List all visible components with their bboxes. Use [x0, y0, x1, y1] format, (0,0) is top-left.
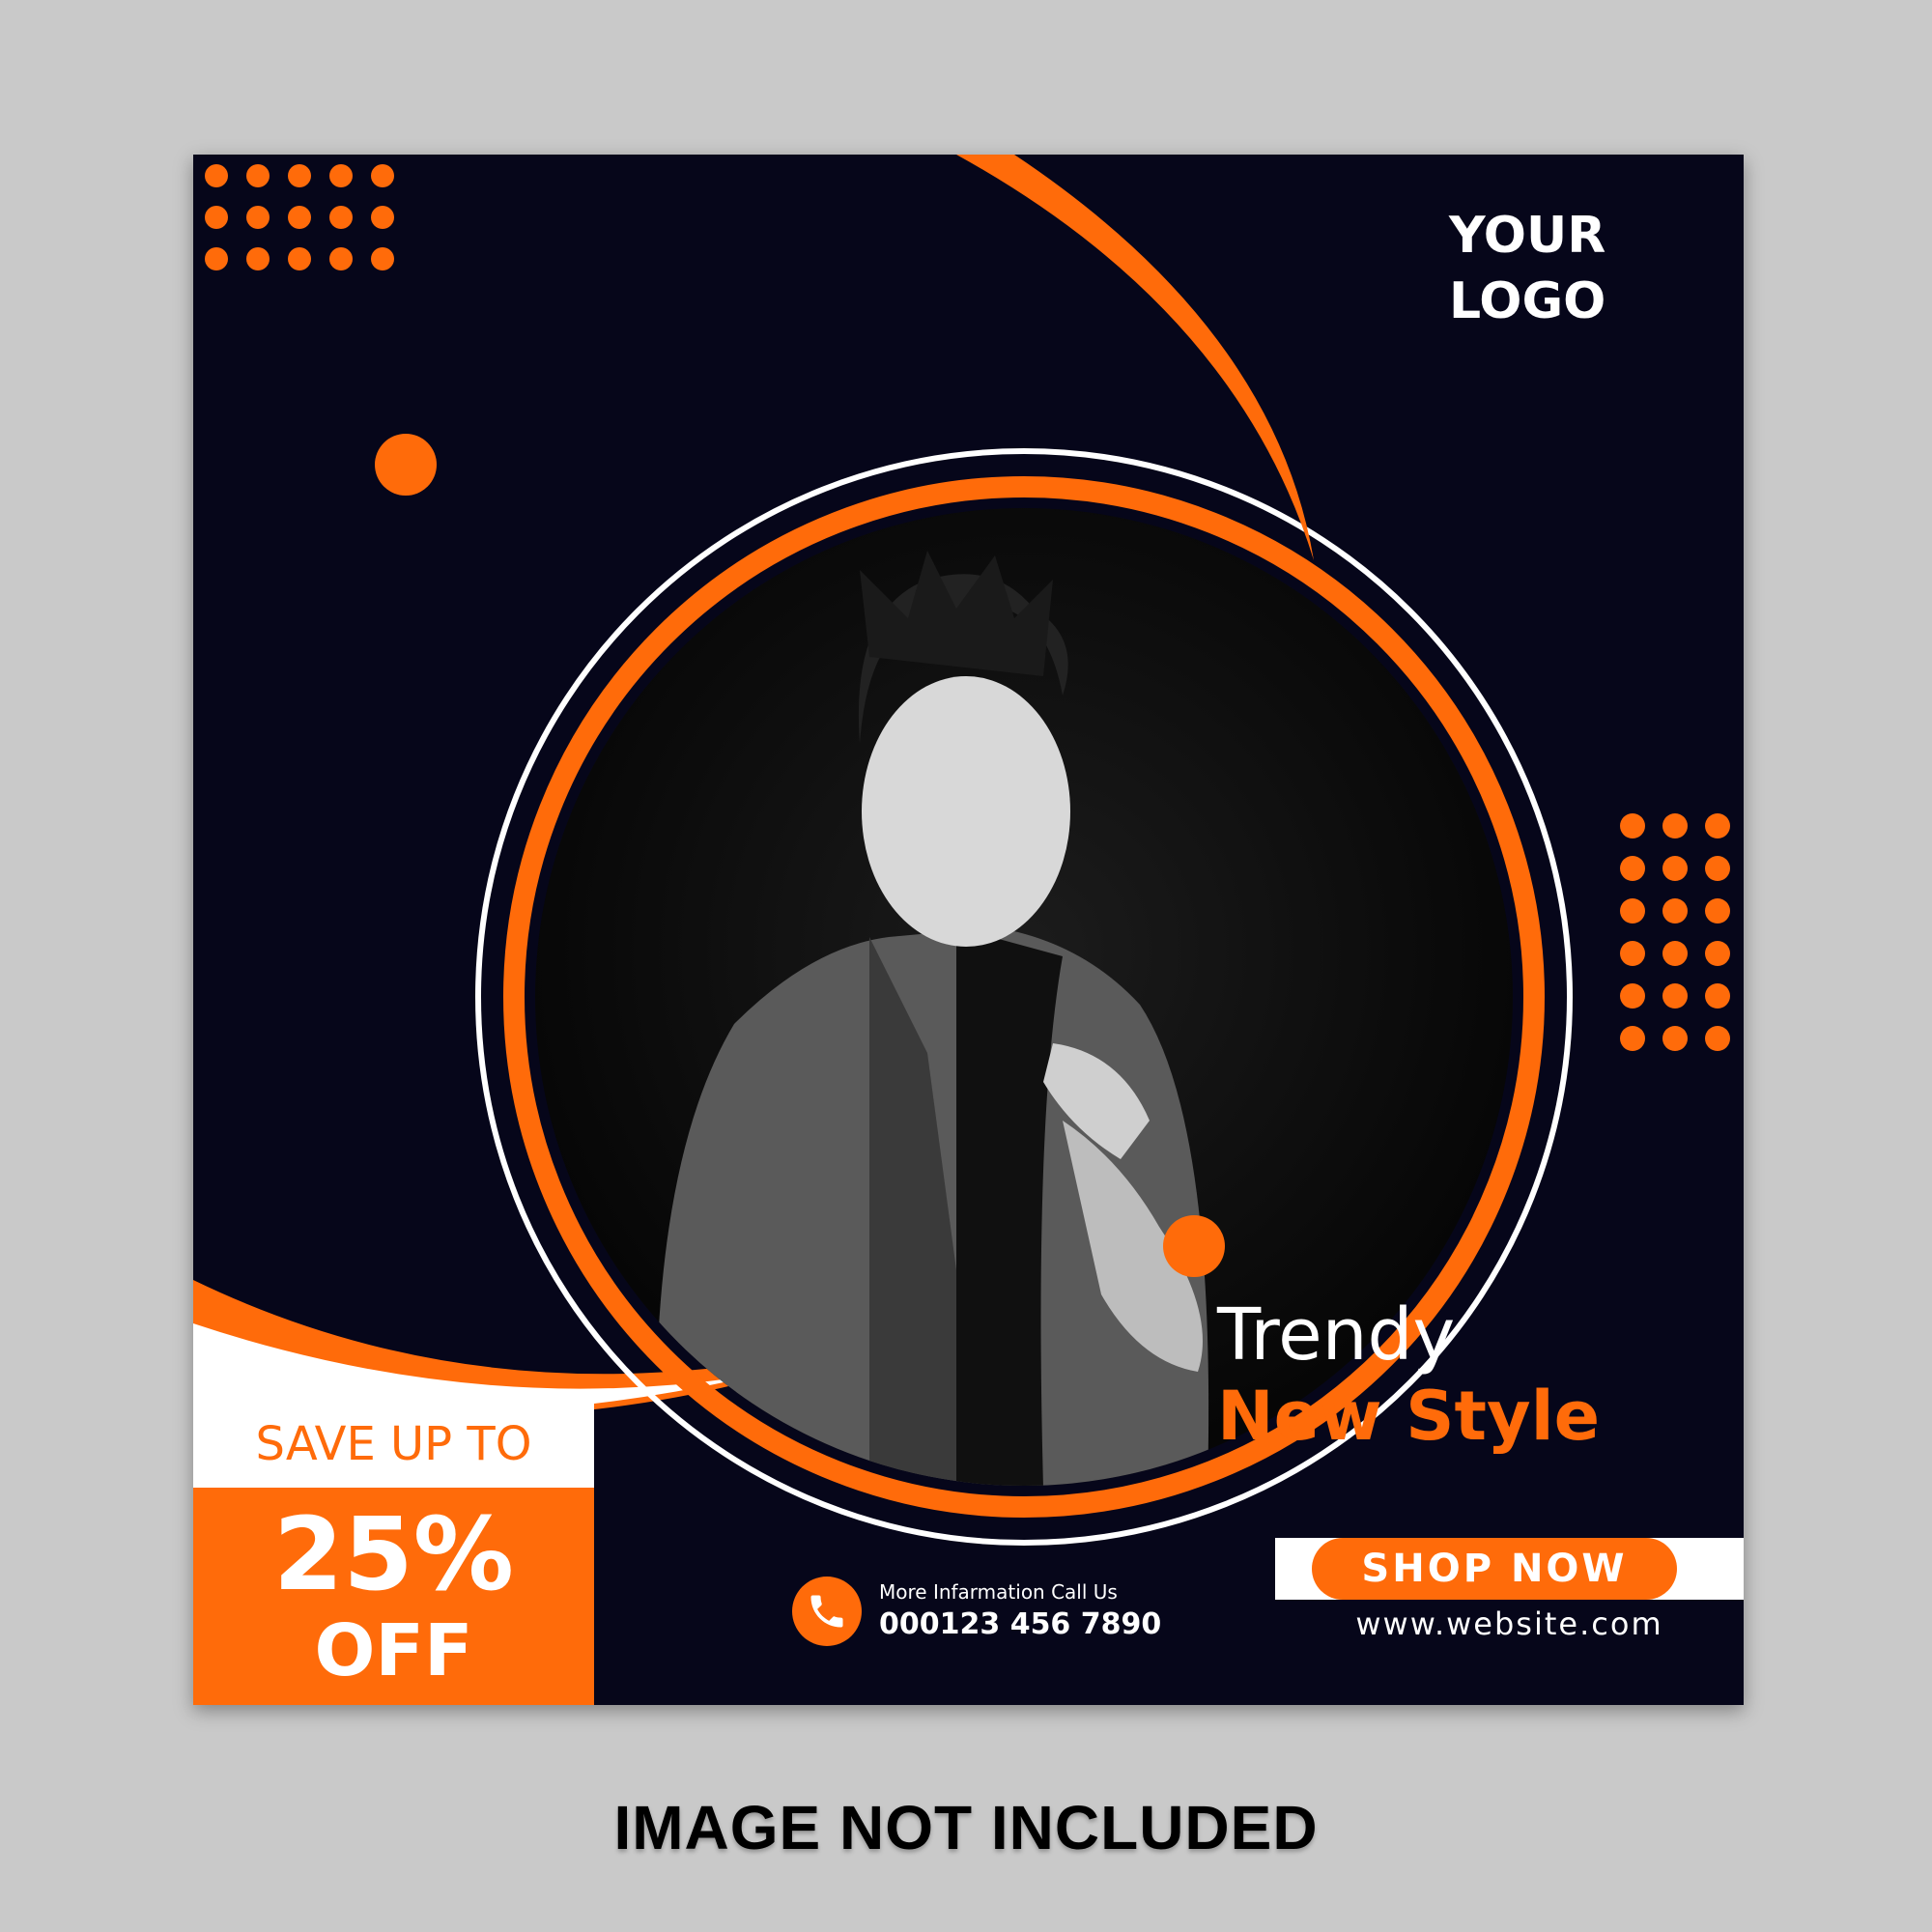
decor-dot — [1620, 813, 1645, 838]
decor-dot — [288, 164, 311, 187]
contact-label: More Infarmation Call Us — [879, 1580, 1118, 1604]
headline-trendy: Trendy — [1217, 1293, 1456, 1377]
contact-info: More Infarmation Call Us 000123 456 7890 — [792, 1573, 1161, 1650]
decor-dot — [1662, 898, 1688, 923]
decor-dot — [1705, 813, 1730, 838]
logo-line-1: YOUR — [1449, 207, 1606, 265]
decor-dot — [329, 206, 353, 229]
decor-dot — [288, 247, 311, 270]
decor-dot — [1662, 856, 1688, 881]
decor-dot — [371, 206, 394, 229]
image-not-included-caption: IMAGE NOT INCLUDED — [613, 1793, 1319, 1862]
decor-dot — [1662, 983, 1688, 1009]
decor-dot — [1705, 941, 1730, 966]
decor-dot — [1662, 941, 1688, 966]
decor-dot — [288, 206, 311, 229]
decor-dot — [1620, 941, 1645, 966]
decor-dot — [371, 247, 394, 270]
decor-dot — [205, 247, 228, 270]
decor-dot — [329, 164, 353, 187]
save-up-to-text: SAVE UP TO — [255, 1417, 532, 1471]
decor-dot — [1620, 856, 1645, 881]
dot-grid-right — [1620, 813, 1730, 1051]
discount-percent: 25% — [273, 1495, 514, 1613]
decor-dot — [1705, 983, 1730, 1009]
decor-dot — [1705, 1026, 1730, 1051]
decor-dot — [1662, 1026, 1688, 1051]
shop-now-button[interactable]: SHOP NOW — [1312, 1538, 1677, 1600]
dot-grid-top-left — [205, 164, 394, 270]
contact-text: More Infarmation Call Us 000123 456 7890 — [879, 1578, 1161, 1644]
ring-dot-bottom — [1163, 1215, 1225, 1277]
logo-line-2: LOGO — [1449, 272, 1606, 330]
logo-placeholder: YOUR LOGO — [1449, 203, 1690, 334]
website-link[interactable]: www.website.com — [1275, 1605, 1744, 1642]
promo-poster: YOUR LOGO Trendy New Style SAVE UP TO 25… — [193, 155, 1744, 1705]
decor-dot — [246, 206, 270, 229]
decor-dot — [205, 164, 228, 187]
decor-dot — [1620, 983, 1645, 1009]
decor-dot — [246, 247, 270, 270]
decor-dot — [329, 247, 353, 270]
decor-dot — [1620, 898, 1645, 923]
save-up-to-box: SAVE UP TO — [193, 1401, 594, 1488]
decor-dot — [371, 164, 394, 187]
contact-number[interactable]: 000123 456 7890 — [879, 1605, 1161, 1644]
decor-dot — [1662, 813, 1688, 838]
headline-new-style: New Style — [1217, 1377, 1601, 1456]
discount-off: OFF — [314, 1609, 473, 1692]
decor-dot — [1620, 1026, 1645, 1051]
ring-dot-top — [375, 434, 437, 496]
decor-dot — [246, 164, 270, 187]
phone-glyph — [810, 1595, 843, 1628]
decor-dot — [205, 206, 228, 229]
decor-dot — [1705, 856, 1730, 881]
discount-box: 25% OFF — [193, 1488, 594, 1705]
decor-dot — [1705, 898, 1730, 923]
phone-icon[interactable] — [792, 1577, 862, 1646]
